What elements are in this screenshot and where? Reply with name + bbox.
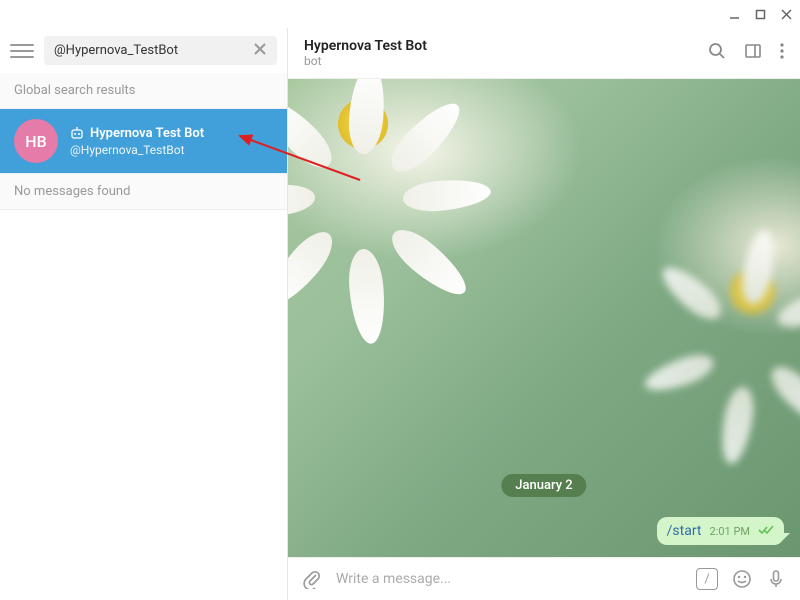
message-text: /start — [667, 523, 702, 539]
more-icon[interactable] — [780, 42, 784, 64]
avatar: HB — [14, 119, 58, 163]
search-field-wrap[interactable] — [44, 36, 277, 65]
voice-icon[interactable] — [766, 569, 786, 589]
chat-header: Hypernova Test Bot bot — [288, 28, 800, 79]
window-maximize-button[interactable] — [754, 8, 766, 20]
chat-panel: Hypernova Test Bot bot — [288, 28, 800, 600]
search-icon[interactable] — [708, 42, 726, 64]
result-name-text: Hypernova Test Bot — [90, 126, 204, 141]
chat-title: Hypernova Test Bot — [304, 38, 708, 54]
outgoing-message[interactable]: /start 2:01 PM — [657, 517, 784, 545]
emoji-icon[interactable] — [732, 569, 752, 589]
no-messages-label: No messages found — [0, 173, 287, 210]
sidepanel-icon[interactable] — [744, 42, 762, 64]
search-result-item[interactable]: HB Hypernova Test Bot @Hypernova_TestBot — [0, 109, 287, 173]
global-search-label: Global search results — [0, 73, 287, 109]
chat-body[interactable]: January 2 /start 2:01 PM — [288, 79, 800, 557]
bot-icon — [70, 127, 84, 139]
date-badge: January 2 — [501, 474, 586, 497]
window-titlebar — [0, 0, 800, 28]
attach-icon[interactable] — [302, 569, 322, 589]
message-time: 2:01 PM — [710, 525, 750, 538]
result-handle-text: @Hypernova_TestBot — [70, 143, 204, 157]
commands-icon[interactable]: / — [696, 568, 718, 590]
sidebar: Global search results HB Hypernova Test … — [0, 28, 288, 600]
chat-subtitle: bot — [304, 54, 708, 68]
window-minimize-button[interactable] — [728, 8, 740, 20]
read-checks-icon — [758, 524, 774, 538]
menu-button[interactable] — [10, 39, 34, 63]
message-input[interactable] — [336, 571, 682, 587]
clear-search-icon[interactable] — [253, 42, 267, 59]
message-composer: / — [288, 557, 800, 600]
window-close-button[interactable] — [780, 8, 792, 20]
search-input[interactable] — [54, 43, 253, 58]
